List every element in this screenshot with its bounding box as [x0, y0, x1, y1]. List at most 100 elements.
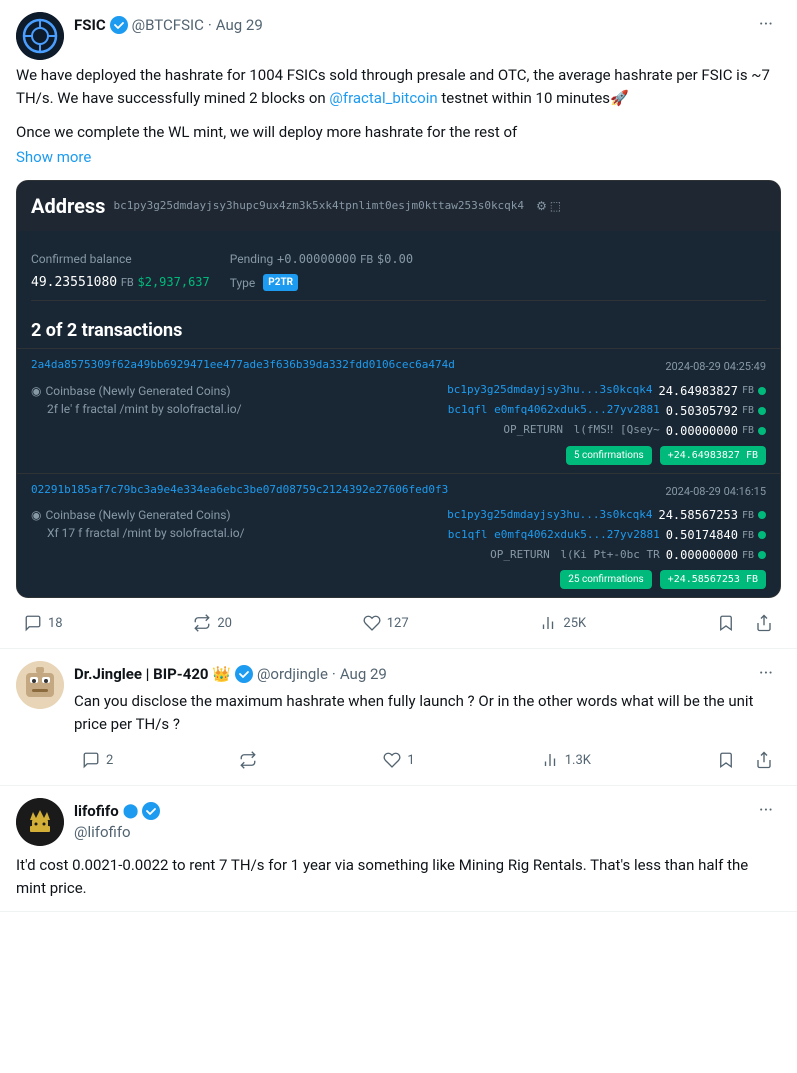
tweet-2-bookmark-button[interactable]	[709, 747, 743, 773]
retweet-button[interactable]: 20	[185, 610, 240, 636]
tweet-2-content: Dr.Jinglee | BIP-420 👑 @ordjingle · Aug …	[74, 661, 781, 773]
avatar-drjinglee[interactable]	[16, 661, 64, 709]
bc-tx2-to1[interactable]: bc1py3g25dmdayjsy3hu...3s0kcqk4	[447, 507, 652, 524]
tweet-3-author-name[interactable]: lifofifo	[74, 802, 119, 820]
bc-tx1-out2: bc1qfl e0mfq4062xduk5...27yv2881 0.50305…	[448, 402, 766, 420]
tweet-2-views-button[interactable]: 1.3K	[533, 747, 599, 773]
reply-button[interactable]: 18	[16, 610, 71, 636]
tweet-3-author-info: lifofifo ⬤	[74, 802, 160, 820]
tweet-2-right-actions	[709, 747, 781, 773]
tweet-1-meta: FSIC @BTCFSIC · Aug 29 ···	[74, 12, 781, 37]
show-more-link[interactable]: Show more	[16, 146, 781, 169]
tweet-1-header: FSIC @BTCFSIC · Aug 29 ···	[16, 12, 781, 60]
tweet-2-author-handle[interactable]: @ordjingle	[257, 665, 328, 683]
tweet-3-verified-icon	[142, 802, 160, 820]
bc-tx2-confirmations: 25 confirmations	[560, 570, 651, 589]
bc-address-value[interactable]: bc1py3g25dmdayjsy3hupc9ux4zm3k5xk4tpnlim…	[113, 198, 524, 215]
tweet-1-author-handle[interactable]: @BTCFSIC	[132, 16, 204, 34]
bc-tx1-hash[interactable]: 2a4da8575309f62a49bb6929471ee477ade3f636…	[31, 357, 455, 374]
tweet-2-more-button[interactable]: ···	[751, 661, 781, 686]
bc-transactions-header: 2 of 2 transactions	[17, 309, 780, 348]
tweet-2-author-name[interactable]: Dr.Jinglee | BIP-420 👑	[74, 665, 231, 683]
tweet-2-views-count: 1.3K	[565, 753, 591, 768]
tweet-1-date-value: Aug 29	[216, 16, 263, 34]
tweet-2-actions: 2 1	[74, 747, 781, 773]
bookmark-icon	[717, 614, 735, 632]
bc-tx1-hash-row: 2a4da8575309f62a49bb6929471ee477ade3f636…	[31, 357, 766, 378]
bc-tx2-coinbase-icon: ◉	[31, 506, 41, 524]
retweet-count: 20	[217, 616, 232, 631]
tweet-2-date: Aug 29	[340, 665, 387, 683]
tweet-2: Dr.Jinglee | BIP-420 👑 @ordjingle · Aug …	[0, 649, 797, 786]
tweet-2-share-button[interactable]	[747, 747, 781, 773]
bc-confirmed-usd: $2,937,637	[138, 275, 210, 289]
tweet-1-mention-link[interactable]: @fractal_bitcoin	[329, 89, 437, 107]
tweet-3-handle-row: @lifofifo	[74, 823, 781, 841]
bc-tx2-dot2	[758, 531, 766, 539]
heart-icon	[363, 614, 381, 632]
bc-pending-section: Pending +0.00000000 FB $0.00 Type P2TR	[230, 247, 413, 292]
bc-tx1-to1[interactable]: bc1py3g25dmdayjsy3hu...3s0kcqk4	[447, 382, 652, 399]
bc-tx2-amount1: 24.58567253 FB	[658, 506, 766, 524]
bc-tx1-total: +24.64983827 FB	[660, 446, 766, 465]
bc-tx2-amount2: 0.50174840 FB	[666, 526, 766, 544]
bookmark-icon	[717, 751, 735, 769]
bc-confirmed-label: Confirmed balance	[31, 252, 132, 266]
tweet-1-author-row: FSIC @BTCFSIC · Aug 29 ···	[74, 12, 781, 37]
tweet-2-retweet-button[interactable]	[231, 747, 265, 773]
tweet-1-actions: 18 20 127 25K	[16, 610, 781, 636]
tweet-2-like-button[interactable]: 1	[375, 747, 422, 773]
views-button[interactable]: 25K	[531, 610, 594, 636]
tweet-2-layout: Dr.Jinglee | BIP-420 👑 @ordjingle · Aug …	[16, 661, 781, 773]
bc-type-label: Type	[230, 274, 256, 292]
bc-pending-label: Pending	[230, 252, 274, 266]
bc-tx-1: 2a4da8575309f62a49bb6929471ee477ade3f636…	[17, 348, 780, 473]
bc-pending-usd: $0.00	[377, 252, 413, 266]
tweet-3-more-button[interactable]: ···	[751, 798, 781, 823]
bc-tx1-out1: bc1py3g25dmdayjsy3hu...3s0kcqk4 24.64983…	[447, 382, 766, 400]
tweet-2-separator: ·	[332, 665, 336, 683]
bc-confirmed-value: 49.23551080	[31, 275, 117, 290]
share-icon	[755, 614, 773, 632]
bc-tx1-to2[interactable]: bc1qfl e0mfq4062xduk5...27yv2881	[448, 402, 660, 419]
bc-pending-value: +0.00000000	[277, 252, 356, 266]
bc-tx1-coinbase-icon: ◉	[31, 382, 41, 400]
like-button[interactable]: 127	[355, 610, 417, 636]
retweet-icon	[239, 751, 257, 769]
tweet-2-text: Can you disclose the maximum hashrate wh…	[74, 690, 781, 735]
bc-tx2-hash[interactable]: 02291b185af7c79bc3a9e4e334ea6ebc3be07d08…	[31, 482, 448, 499]
bc-tx2-footer: 25 confirmations +24.58567253 FB	[31, 570, 766, 589]
views-icon	[541, 751, 559, 769]
tweet-3-header: lifofifo ⬤ ··· @lifofifo	[16, 798, 781, 846]
bc-tx2-from-sub: Xf 17 f fractal /mint by solofractal.io/	[47, 524, 245, 542]
reply-count: 18	[48, 616, 63, 631]
bc-tx2-to2[interactable]: bc1qfl e0mfq4062xduk5...27yv2881	[448, 527, 660, 544]
avatar-lifofifo[interactable]	[16, 798, 64, 846]
tweet-3-author-handle[interactable]: @lifofifo	[74, 823, 131, 841]
bc-tx-2: 02291b185af7c79bc3a9e4e334ea6ebc3be07d08…	[17, 473, 780, 598]
bc-header: Address bc1py3g25dmdayjsy3hupc9ux4zm3k5x…	[17, 181, 780, 231]
tweet-2-reply-button[interactable]: 2	[74, 747, 121, 773]
tweet-1-text2: Once we complete the WL mint, we will de…	[16, 121, 781, 144]
bookmark-button[interactable]	[709, 610, 743, 636]
bc-tx2-out2: bc1qfl e0mfq4062xduk5...27yv2881 0.50174…	[448, 526, 766, 544]
tweet-1-author-name[interactable]: FSIC	[74, 16, 106, 34]
reply-icon	[24, 614, 42, 632]
bc-tx1-outputs: bc1py3g25dmdayjsy3hu...3s0kcqk4 24.64983…	[447, 382, 766, 440]
bc-balance-section: Confirmed balance 49.23551080 FB $2,937,…	[17, 231, 780, 309]
avatar-fsic[interactable]	[16, 12, 64, 60]
bc-pending-row: Pending +0.00000000 FB $0.00	[230, 247, 413, 270]
share-icon	[755, 751, 773, 769]
blockchain-card: Address bc1py3g25dmdayjsy3hupc9ux4zm3k5x…	[16, 180, 781, 598]
bc-tx1-amount3: 0.00000000 FB	[666, 422, 766, 440]
tweet-1-more-button[interactable]: ···	[751, 12, 781, 37]
tweet-1-body: We have deployed the hashrate for 1004 F…	[16, 64, 781, 598]
bc-type-value: P2TR	[263, 274, 298, 291]
share-button[interactable]	[747, 610, 781, 636]
bc-tx1-amount2: 0.50305792 FB	[666, 402, 766, 420]
reply-icon	[82, 751, 100, 769]
heart-icon	[383, 751, 401, 769]
bc-tx1-opreturn: OP_RETURN l(fMS‼ [Qsey~	[503, 422, 659, 439]
tweet-2-reply-count: 2	[106, 753, 113, 768]
tweet-2-verified-icon	[235, 665, 253, 683]
